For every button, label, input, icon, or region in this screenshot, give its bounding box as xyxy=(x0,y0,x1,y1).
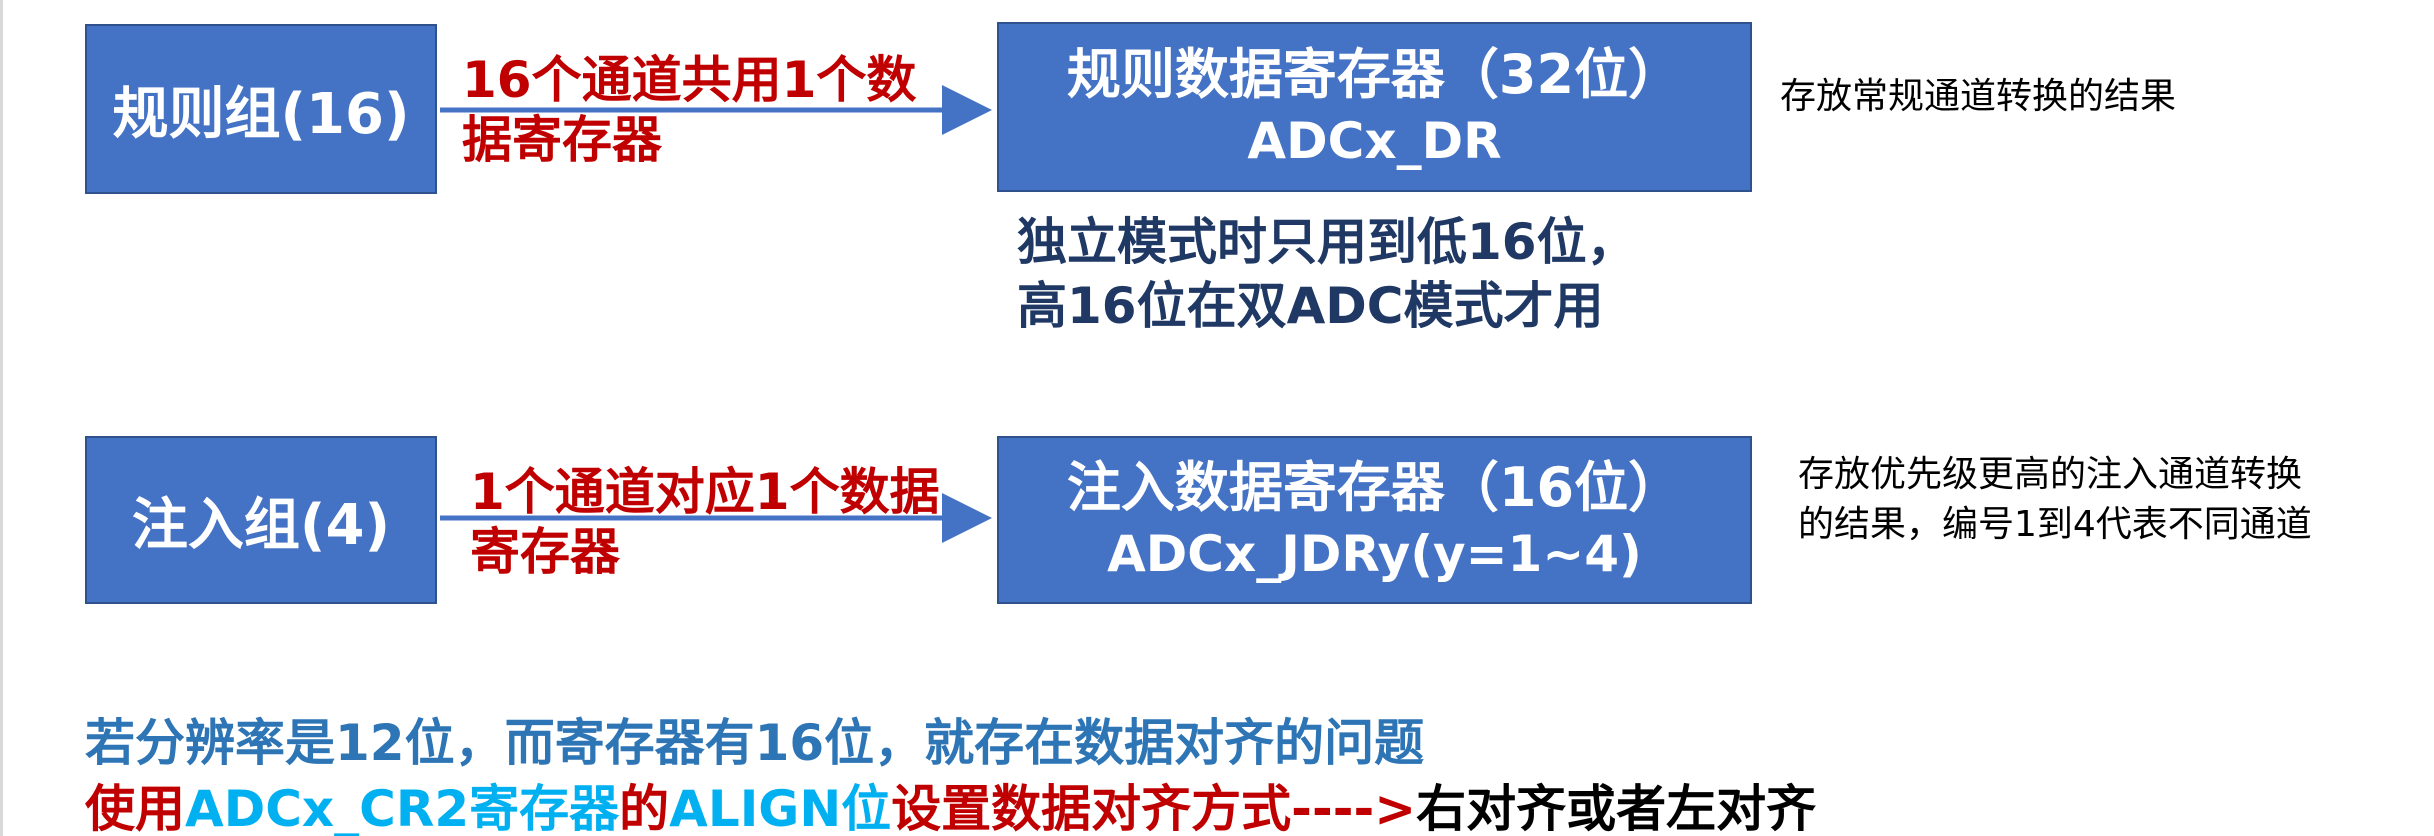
bottom-line2-part2: ADCx_CR2寄存器 xyxy=(185,780,620,836)
row1-arrow-label-line1: 16个通道共用1个数 xyxy=(462,51,917,109)
bottom-line2-part4: ALIGN位 xyxy=(669,780,892,836)
injected-register-title: 注入数据寄存器（16位） xyxy=(1066,456,1683,519)
row2-side-note-line2: 的结果，编号1到4代表不同通道 xyxy=(1798,504,2312,545)
regular-register-title: 规则数据寄存器（32位） xyxy=(1066,43,1683,106)
injected-register-name: ADCx_JDRy(y=1~4) xyxy=(1107,525,1642,583)
bottom-line2-part6: 右对齐或者左对齐 xyxy=(1416,780,1817,836)
row1-side-note: 存放常规通道转换的结果 xyxy=(1780,72,2176,122)
row2-side-note-line1: 存放优先级更高的注入通道转换 xyxy=(1798,454,2303,495)
row1-blue-note: 独立模式时只用到低16位， 高16位在双ADC模式才用 xyxy=(1017,210,1637,338)
injected-group-label: 注入组(4) xyxy=(131,492,391,558)
regular-data-register-box: 规则数据寄存器（32位） ADCx_DR xyxy=(997,22,1752,192)
bottom-line2-part5: 设置数据对齐方式----> xyxy=(891,780,1417,836)
injected-group-box: 注入组(4) xyxy=(85,436,437,604)
row2-side-note: 存放优先级更高的注入通道转换 的结果，编号1到4代表不同通道 xyxy=(1798,450,2312,550)
regular-register-name: ADCx_DR xyxy=(1247,112,1502,170)
injected-data-register-box: 注入数据寄存器（16位） ADCx_JDRy(y=1~4) xyxy=(997,436,1752,604)
regular-group-label: 规则组(16) xyxy=(112,81,410,147)
diagram-canvas: 规则组(16) 16个通道共用1个数 据寄存器 规则数据寄存器（32位） ADC… xyxy=(0,0,2434,836)
row1-blue-note-line1: 独立模式时只用到低16位， xyxy=(1017,213,1637,271)
regular-group-box: 规则组(16) xyxy=(85,24,437,194)
bottom-line2-part3: 的 xyxy=(619,780,670,836)
bottom-line2-part1: 使用 xyxy=(85,780,185,836)
row1-arrow-label: 16个通道共用1个数 据寄存器 xyxy=(462,50,916,170)
bottom-line-1: 若分辨率是12位，而寄存器有16位，就存在数据对齐的问题 xyxy=(85,714,1425,772)
row2-arrow-label-line2: 寄存器 xyxy=(470,523,620,581)
row1-blue-note-line2: 高16位在双ADC模式才用 xyxy=(1017,277,1604,335)
row1-side-note-text: 存放常规通道转换的结果 xyxy=(1780,76,2177,117)
row1-arrow-label-line2: 据寄存器 xyxy=(462,111,662,169)
row2-arrow-label: 1个通道对应1个数据 寄存器 xyxy=(470,462,940,582)
row2-arrow-label-line1: 1个通道对应1个数据 xyxy=(470,463,940,521)
bottom-line-2: 使用ADCx_CR2寄存器的ALIGN位设置数据对齐方式---->右对齐或者左对… xyxy=(85,778,1816,836)
